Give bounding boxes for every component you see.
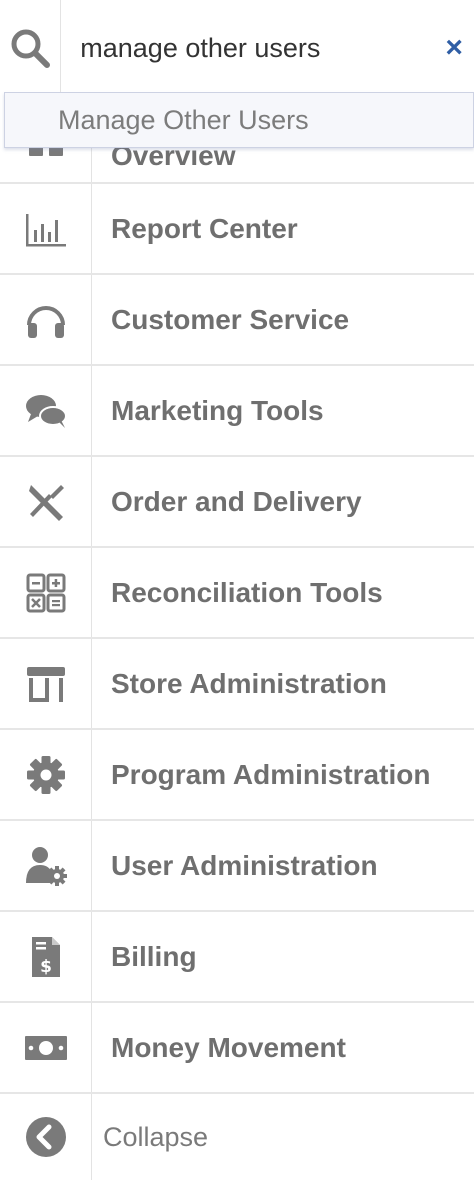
- svg-text:$: $: [40, 957, 52, 977]
- suggestion-manage-other-users[interactable]: Manage Other Users: [5, 93, 473, 147]
- menu-label: Billing: [111, 940, 197, 972]
- clear-search-button[interactable]: ×: [434, 0, 474, 96]
- search-suggestions: Manage Other Users: [4, 92, 474, 148]
- money-bill-icon: [0, 1003, 92, 1092]
- user-gear-icon: [0, 821, 92, 910]
- menu-item-user-administration[interactable]: User Administration: [0, 821, 474, 912]
- headphones-icon: [0, 275, 92, 364]
- close-icon: ×: [445, 31, 463, 64]
- search-input[interactable]: [61, 0, 435, 96]
- invoice-dollar-icon: $: [0, 912, 92, 1001]
- calculator-icon: [0, 548, 92, 637]
- menu-label: Marketing Tools: [111, 394, 324, 426]
- menu-item-report-center[interactable]: Report Center: [0, 184, 474, 275]
- gear-icon: [0, 730, 92, 819]
- menu-label: Money Movement: [111, 1031, 346, 1063]
- collapse-label: Collapse: [103, 1121, 209, 1152]
- menu-item-program-administration[interactable]: Program Administration: [0, 730, 474, 821]
- chat-bubbles-icon: [0, 366, 92, 455]
- collapse-button[interactable]: Collapse: [0, 1094, 474, 1180]
- storefront-icon: [0, 639, 92, 728]
- menu-label: Program Administration: [111, 758, 431, 790]
- menu-item-money-movement[interactable]: Money Movement: [0, 1003, 474, 1094]
- suggestion-label: Manage Other Users: [58, 104, 309, 135]
- bar-chart-icon: [0, 184, 92, 273]
- menu-item-reconciliation-tools[interactable]: Reconciliation Tools: [0, 548, 474, 639]
- menu-item-marketing-tools[interactable]: Marketing Tools: [0, 366, 474, 457]
- menu-label: Customer Service: [111, 303, 350, 335]
- menu-label: Reconciliation Tools: [111, 576, 383, 608]
- menu-item-store-administration[interactable]: Store Administration: [0, 639, 474, 730]
- search-bar: ×: [0, 0, 474, 96]
- menu-item-billing[interactable]: $ Billing: [0, 912, 474, 1003]
- menu-label: Report Center: [111, 212, 298, 244]
- menu-label: Store Administration: [111, 667, 387, 699]
- utensils-icon: [0, 457, 92, 546]
- chevron-left-icon: [0, 1094, 92, 1180]
- menu-item-order-and-delivery[interactable]: Order and Delivery: [0, 457, 474, 548]
- menu-label: Order and Delivery: [111, 485, 362, 517]
- search-icon[interactable]: [0, 0, 62, 96]
- menu-item-customer-service[interactable]: Customer Service: [0, 275, 474, 366]
- menu-label: User Administration: [111, 849, 378, 881]
- side-navigation: × Manage Other Users Overview Report Cen…: [0, 0, 474, 1180]
